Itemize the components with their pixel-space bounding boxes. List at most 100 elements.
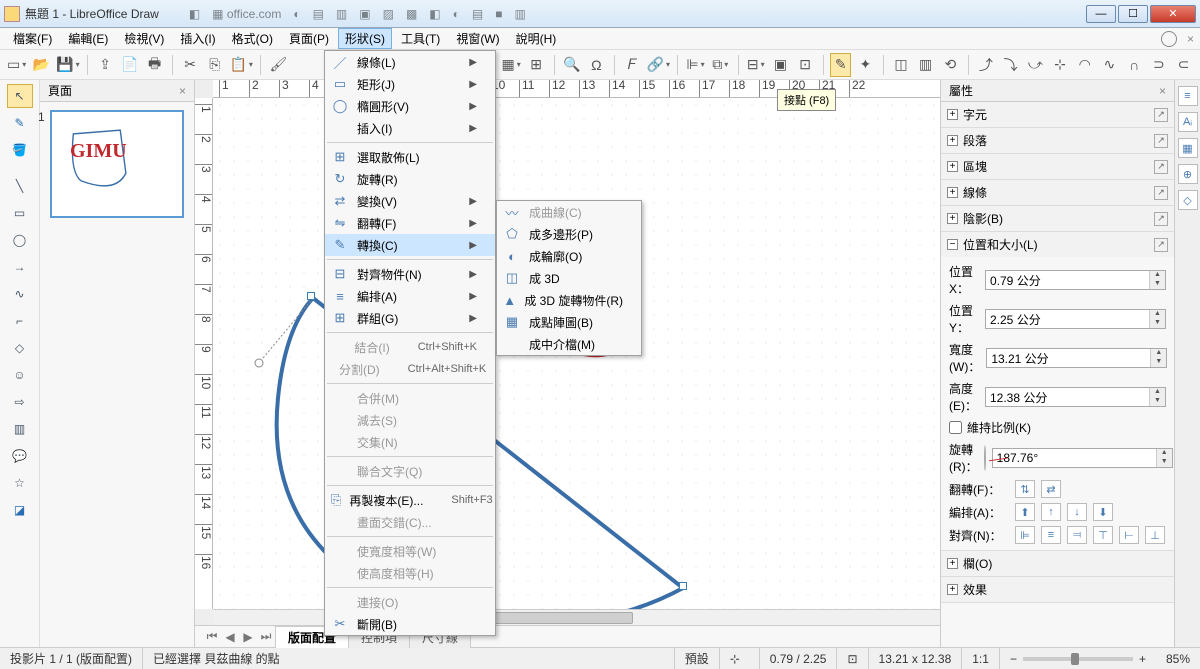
curve-move-button[interactable]: ⤵ bbox=[1000, 53, 1021, 77]
width-input[interactable] bbox=[987, 349, 1150, 367]
special-char-button[interactable]: Ω bbox=[586, 53, 607, 77]
flip-h-icon[interactable]: ⇄ bbox=[1041, 480, 1061, 498]
page-thumbnail[interactable]: 1 GIMU bbox=[50, 110, 184, 218]
flip-button[interactable]: ⟲ bbox=[940, 53, 961, 77]
grid-button[interactable]: ▦ bbox=[501, 53, 522, 77]
edit-points-button[interactable]: ✎ bbox=[830, 53, 851, 77]
align-top-icon[interactable]: ⊤ bbox=[1093, 526, 1113, 544]
minimize-button[interactable]: — bbox=[1086, 5, 1116, 23]
align-left-icon[interactable]: ⊫ bbox=[1015, 526, 1035, 544]
section-effect[interactable]: 效果 bbox=[963, 581, 987, 598]
zoom-button[interactable]: 🔍 bbox=[561, 53, 582, 77]
callouts-tool[interactable]: 💬 bbox=[7, 444, 33, 468]
rect-tool[interactable]: ▭ bbox=[7, 201, 33, 225]
flip-v-icon[interactable]: ⇅ bbox=[1015, 480, 1035, 498]
page-panel-close-icon[interactable]: × bbox=[179, 84, 186, 98]
menu-format[interactable]: 格式(O) bbox=[225, 28, 280, 49]
menu-insert[interactable]: 插入(I) bbox=[173, 28, 222, 49]
align-middle-icon[interactable]: ⊢ bbox=[1119, 526, 1139, 544]
curve-split-button[interactable]: ⊹ bbox=[1050, 53, 1071, 77]
menu-page[interactable]: 頁面(P) bbox=[282, 28, 336, 49]
shape-menu-item-1[interactable]: ▭矩形(J)▶ bbox=[325, 73, 495, 95]
menu-file[interactable]: 檔案(F) bbox=[6, 28, 59, 49]
align-right-icon[interactable]: ⫤ bbox=[1067, 526, 1087, 544]
curve-insert-button[interactable]: ⤴ bbox=[976, 53, 997, 77]
menubar-close-icon[interactable]: × bbox=[1187, 32, 1194, 46]
ellipse-tool[interactable]: ◯ bbox=[7, 228, 33, 252]
line-tool[interactable]: ╲ bbox=[7, 174, 33, 198]
curve-smooth-button[interactable]: ∿ bbox=[1099, 53, 1120, 77]
select-tool[interactable]: ↖ bbox=[7, 84, 33, 108]
save-button[interactable]: 💾 bbox=[56, 53, 80, 77]
align-button[interactable]: ⊫ bbox=[685, 53, 706, 77]
curve-delete-button[interactable]: ⤻ bbox=[1025, 53, 1046, 77]
tab-nav-last[interactable]: ⏭ bbox=[257, 629, 275, 644]
crop-button[interactable]: ⊡ bbox=[795, 53, 816, 77]
section-line[interactable]: 線條 bbox=[963, 184, 987, 201]
fill-color-tool[interactable]: 🪣 bbox=[7, 138, 33, 162]
clone-format-button[interactable]: 🖌 bbox=[268, 53, 289, 77]
shape-menu-item-31[interactable]: ✂斷開(B) bbox=[325, 613, 495, 635]
shape-menu-item-12[interactable]: ≡編排(A)▶ bbox=[325, 285, 495, 307]
settings-gear-icon[interactable] bbox=[1161, 31, 1177, 47]
section-more-icon[interactable]: ↗ bbox=[1154, 108, 1168, 122]
menu-window[interactable]: 視窗(W) bbox=[449, 28, 506, 49]
open-button[interactable]: 📂 bbox=[31, 53, 52, 77]
line-color-tool[interactable]: ✎ bbox=[7, 111, 33, 135]
insert-hyperlink-button[interactable]: 🔗 bbox=[646, 53, 670, 77]
status-zoom[interactable]: 85% bbox=[1156, 648, 1200, 669]
selection-handle[interactable] bbox=[679, 582, 687, 590]
paste-button[interactable]: 📋 bbox=[229, 53, 253, 77]
convert-submenu-item-3[interactable]: ◫成 3D bbox=[497, 267, 641, 289]
curve-symmetric-button[interactable]: ∩ bbox=[1124, 53, 1145, 77]
zoom-slider[interactable] bbox=[1023, 657, 1133, 661]
menu-edit[interactable]: 編輯(E) bbox=[61, 28, 115, 49]
curve-reduce-button[interactable]: ⊂ bbox=[1173, 53, 1194, 77]
zoom-in-icon[interactable]: + bbox=[1139, 652, 1146, 666]
menu-tools[interactable]: 工具(T) bbox=[394, 28, 447, 49]
rotation-dial[interactable] bbox=[984, 445, 986, 471]
convert-submenu-item-6[interactable]: 成中介檔(M) bbox=[497, 333, 641, 355]
curve-corner-button[interactable]: ◠ bbox=[1074, 53, 1095, 77]
sidebar-tab-gallery-icon[interactable]: ▦ bbox=[1178, 138, 1198, 158]
basic-shapes-tool[interactable]: ◇ bbox=[7, 336, 33, 360]
menu-shape[interactable]: 形狀(S) bbox=[338, 28, 392, 49]
stars-tool[interactable]: ☆ bbox=[7, 471, 33, 495]
block-arrows-tool[interactable]: ⇨ bbox=[7, 390, 33, 414]
shape-menu-item-9[interactable]: ✎轉換(C)▶ bbox=[325, 234, 495, 256]
shape-menu-item-6[interactable]: ↻旋轉(R) bbox=[325, 168, 495, 190]
convert-submenu-item-5[interactable]: ▦成點陣圖(B) bbox=[497, 311, 641, 333]
selection-handle[interactable] bbox=[307, 292, 315, 300]
flowchart-tool[interactable]: ▥ bbox=[7, 417, 33, 441]
toggle-extrusion-button[interactable]: ◫ bbox=[891, 53, 912, 77]
section-paragraph[interactable]: 段落 bbox=[963, 132, 987, 149]
curve-close-button[interactable]: ⊃ bbox=[1148, 53, 1169, 77]
section-area[interactable]: 區塊 bbox=[963, 158, 987, 175]
keep-ratio-checkbox[interactable] bbox=[949, 421, 962, 434]
zoom-out-icon[interactable]: − bbox=[1010, 652, 1017, 666]
horizontal-scrollbar[interactable] bbox=[213, 609, 940, 625]
gluepoints-button[interactable]: ✦ bbox=[855, 53, 876, 77]
symbol-shapes-tool[interactable]: ☺ bbox=[7, 363, 33, 387]
print-button[interactable]: 🖶 bbox=[144, 53, 165, 77]
section-possize[interactable]: 位置和大小(L) bbox=[963, 236, 1038, 253]
close-button[interactable]: ✕ bbox=[1150, 5, 1196, 23]
shadow-button[interactable]: ▣ bbox=[770, 53, 791, 77]
convert-submenu-item-4[interactable]: ▲成 3D 旋轉物件(R) bbox=[497, 289, 641, 311]
shape-menu-item-24[interactable]: ⎘再製複本(E)...Shift+F3 bbox=[325, 489, 495, 511]
section-column[interactable]: 欄(O) bbox=[963, 555, 992, 572]
3d-objects-tool[interactable]: ◪ bbox=[7, 498, 33, 522]
forward-icon[interactable]: ↑ bbox=[1041, 503, 1061, 521]
convert-submenu-item-2[interactable]: ◐成輪廓(O) bbox=[497, 245, 641, 267]
curve-tool[interactable]: ∿ bbox=[7, 282, 33, 306]
tab-nav-first[interactable]: ⏮ bbox=[203, 629, 221, 644]
height-input[interactable] bbox=[986, 388, 1149, 406]
align-bottom-icon[interactable]: ⊥ bbox=[1145, 526, 1165, 544]
align-center-icon[interactable]: ≡ bbox=[1041, 526, 1061, 544]
backward-icon[interactable]: ↓ bbox=[1067, 503, 1087, 521]
status-default[interactable]: 預設 bbox=[675, 648, 720, 669]
fontwork-button[interactable]: 𝐹 bbox=[622, 53, 643, 77]
rotation-input[interactable] bbox=[993, 449, 1156, 467]
arrange-button[interactable]: ⧉ bbox=[710, 53, 731, 77]
connector-tool[interactable]: ⌐ bbox=[7, 309, 33, 333]
